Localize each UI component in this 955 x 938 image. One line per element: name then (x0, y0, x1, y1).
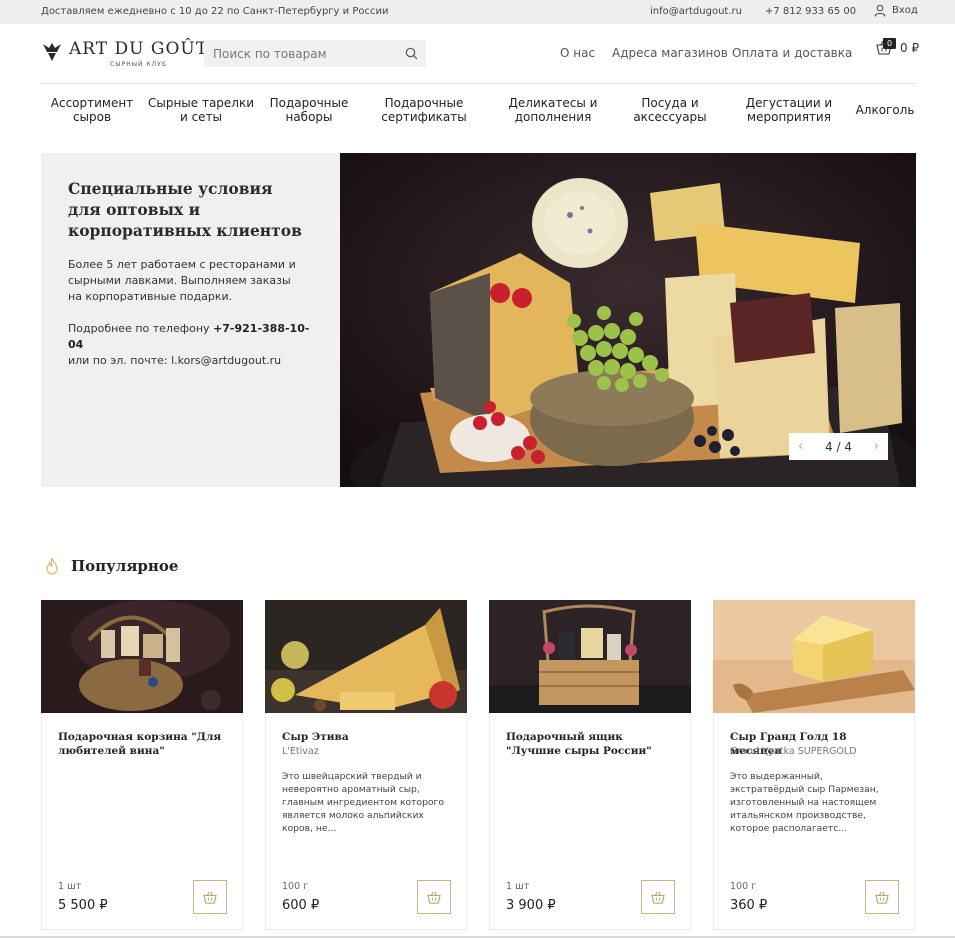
product-price: 5 500 ₽ (58, 898, 108, 913)
hero-title: Специальные условия для оптовых и корпор… (68, 179, 302, 240)
add-to-cart-button[interactable] (865, 880, 899, 914)
etivaz-cheese-image (265, 600, 467, 713)
logo-tagline: СЫРНЫЙ КЛУБ (110, 61, 167, 68)
hero-text: Более 5 лет работаем с ресторанами и сыр… (68, 258, 296, 303)
product-quantity: 1 шт (506, 881, 530, 892)
product-description: Это выдержанный, экстратвёрдый сыр Парме… (730, 771, 879, 834)
logo[interactable]: ART DU GOÛT СЫРНЫЙ КЛУБ (41, 40, 208, 68)
logo-wordmark: ART DU GOÛT (69, 39, 209, 59)
logo-emblem-icon (43, 43, 61, 61)
header: ART DU GOÛT СЫРНЫЙ КЛУБ О нас Адреса маг… (0, 24, 955, 84)
product-price: 600 ₽ (282, 898, 320, 913)
nav-store-addresses[interactable]: Адреса магазинов (612, 46, 728, 60)
product-image[interactable] (41, 600, 243, 713)
product-card[interactable]: Сыр Этива L'Etivaz Это швейцарский тверд… (265, 600, 467, 930)
slider-prev-icon[interactable]: ‹ (798, 439, 803, 454)
category-delicacies[interactable]: Деликатесы и дополнения (500, 96, 606, 124)
hero-phone-prefix: Подробнее по телефону (68, 322, 210, 335)
product-quantity: 100 г (730, 881, 757, 892)
product-brand: L'Etivaz (282, 746, 319, 757)
login-button[interactable]: Вход (874, 4, 918, 17)
delivery-info: Доставляем ежедневно с 10 до 22 по Санкт… (41, 6, 389, 17)
hero-slider[interactable]: ‹ 4 / 4 › (340, 153, 916, 487)
add-to-cart-button[interactable] (417, 880, 451, 914)
product-quantity: 100 г (282, 881, 309, 892)
search-box (204, 40, 426, 67)
slide-counter: 4 / 4 (825, 439, 852, 454)
product-description: Это швейцарский твердый и невероятно аро… (282, 771, 444, 834)
product-card[interactable]: Подарочный ящик "Лучшие сыры России" 1 ш… (489, 600, 691, 930)
basket-icon (651, 891, 665, 904)
gift-basket-image (41, 600, 243, 713)
grand-gold-cheese-image (713, 600, 915, 713)
slider-next-icon[interactable]: › (874, 439, 879, 454)
product-name[interactable]: Подарочный ящик "Лучшие сыры России" (506, 730, 676, 758)
category-tastings[interactable]: Дегустации и мероприятия (738, 96, 840, 124)
contact-phone-link[interactable]: +7 812 933 65 00 (765, 6, 856, 17)
product-name[interactable]: Сыр Этива (282, 730, 452, 744)
cart-count-badge: 0 (883, 38, 896, 49)
product-card[interactable]: Подарочная корзина "Для любителей вина" … (41, 600, 243, 930)
user-icon (874, 4, 886, 17)
nav-payment-delivery[interactable]: Оплата и доставка (732, 46, 852, 60)
login-label: Вход (892, 5, 918, 16)
product-name[interactable]: Подарочная корзина "Для любителей вина" (58, 730, 228, 758)
cart-button[interactable]: 0 0 ₽ (876, 38, 920, 55)
product-price: 3 900 ₽ (506, 898, 556, 913)
product-brand: Grand Vyatka SUPERGOLD (730, 746, 857, 757)
product-quantity: 1 шт (58, 881, 82, 892)
category-cheese-assortment[interactable]: Ассортимент сыров (50, 96, 134, 124)
product-image[interactable] (713, 600, 915, 713)
search-icon[interactable] (405, 47, 418, 60)
hero-email-link[interactable]: l.kors@artdugout.ru (171, 354, 281, 367)
add-to-cart-button[interactable] (641, 880, 675, 914)
flame-icon (46, 557, 58, 575)
hero-promo-panel: Специальные условия для оптовых и корпор… (41, 153, 340, 487)
top-bar: Доставляем ежедневно с 10 до 22 по Санкт… (0, 0, 955, 24)
hero-email-prefix: или по эл. почте: (68, 354, 168, 367)
slider-controls: ‹ 4 / 4 › (789, 433, 888, 460)
product-price: 360 ₽ (730, 898, 768, 913)
basket-icon (875, 891, 889, 904)
category-alcohol[interactable]: Алкоголь (852, 103, 918, 117)
popular-section-title: Популярное (71, 557, 179, 575)
product-card[interactable]: Сыр Гранд Голд 18 месяцев Grand Vyatka S… (713, 600, 915, 930)
hero-contact: Подробнее по телефону +7-921-388-10-04 и… (68, 321, 318, 369)
category-gift-sets[interactable]: Подарочные наборы (268, 96, 350, 124)
category-nav: Ассортимент сыров Сырные тарелки и сеты … (0, 84, 955, 136)
category-tableware[interactable]: Посуда и аксессуары (620, 96, 720, 124)
product-image[interactable] (265, 600, 467, 713)
category-gift-certificates[interactable]: Подарочные сертификаты (368, 96, 480, 124)
category-cheese-plates[interactable]: Сырные тарелки и сеты (146, 96, 256, 124)
basket-icon (427, 891, 441, 904)
product-image[interactable] (489, 600, 691, 713)
search-input[interactable] (204, 40, 394, 67)
basket-icon (203, 891, 217, 904)
contact-email-link[interactable]: info@artdugout.ru (650, 6, 742, 17)
cart-total: 0 ₽ (900, 40, 920, 55)
nav-about[interactable]: О нас (560, 46, 595, 60)
gift-box-image (489, 600, 691, 713)
add-to-cart-button[interactable] (193, 880, 227, 914)
